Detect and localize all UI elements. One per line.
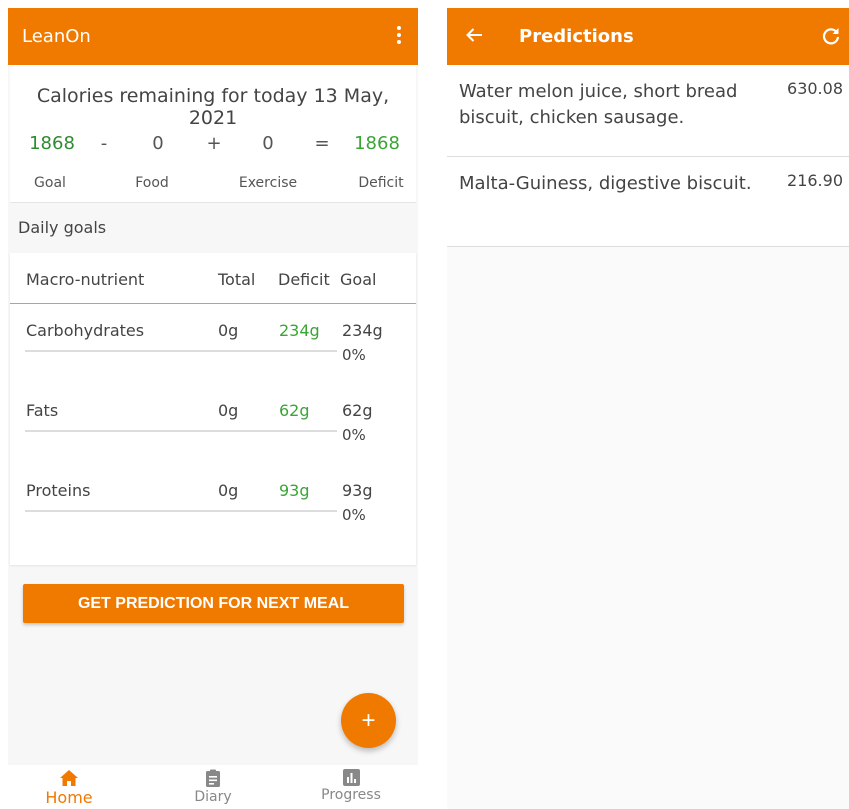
more-vert-icon[interactable]: [396, 26, 402, 46]
table-row: Carbohydrates 0g 234g 234g 0%: [10, 321, 416, 391]
header-deficit: Deficit: [278, 270, 330, 289]
macro-deficit: 234g: [279, 321, 320, 340]
prediction-calories: 216.90: [787, 171, 843, 190]
predictions-screen: Predictions Water melon juice, short bre…: [447, 8, 849, 809]
bar-chart-icon: [342, 769, 360, 786]
nav-item-diary[interactable]: Diary: [158, 769, 268, 805]
predictions-app-bar: Predictions: [447, 8, 849, 65]
bottom-navigation: Home Diary Progress: [8, 765, 418, 809]
calories-card: Calories remaining for today 13 May, 202…: [10, 65, 416, 203]
deficit-value: 1868: [354, 133, 400, 154]
nav-label-home: Home: [45, 788, 93, 807]
arrow-back-icon[interactable]: [465, 26, 483, 44]
home-icon: [60, 770, 78, 786]
header-goal: Goal: [340, 270, 377, 289]
list-item[interactable]: Malta-Guiness, digestive biscuit. 216.90: [447, 157, 849, 247]
predictions-title: Predictions: [519, 26, 634, 47]
macro-name: Fats: [26, 401, 59, 420]
header-total: Total: [218, 270, 256, 289]
macro-total: 0g: [218, 481, 239, 500]
macro-progress-bar: [25, 430, 337, 432]
macro-table: Macro-nutrient Total Deficit Goal Carboh…: [10, 253, 416, 565]
macro-goal: 93g: [342, 481, 373, 500]
list-item[interactable]: Water melon juice, short bread biscuit, …: [447, 65, 849, 157]
nav-label-diary: Diary: [194, 789, 232, 805]
header-macro-nutrient: Macro-nutrient: [26, 270, 145, 289]
macro-percent: 0%: [342, 506, 366, 524]
daily-goals-title: Daily goals: [18, 218, 107, 237]
macro-percent: 0%: [342, 426, 366, 444]
minus-sign: -: [100, 133, 108, 154]
table-row: Fats 0g 62g 62g 0%: [10, 401, 416, 471]
deficit-label: Deficit: [358, 175, 404, 191]
home-app-bar: LeanOn: [8, 8, 418, 65]
exercise-value: 0: [262, 133, 274, 154]
macro-total: 0g: [218, 321, 239, 340]
table-row: Proteins 0g 93g 93g 0%: [10, 481, 416, 551]
get-prediction-button[interactable]: GET PREDICTION FOR NEXT MEAL: [23, 584, 404, 623]
prediction-calories: 630.08: [787, 79, 843, 98]
home-screen: LeanOn Calories remaining for today 13 M…: [8, 8, 418, 809]
macro-table-header: Macro-nutrient Total Deficit Goal: [10, 253, 416, 304]
refresh-icon[interactable]: [821, 26, 841, 46]
macro-deficit: 93g: [279, 481, 310, 500]
calories-equation: 1868 - 0 + 0 = 1868: [10, 133, 416, 159]
macro-goal: 234g: [342, 321, 383, 340]
nav-item-progress[interactable]: Progress: [296, 769, 406, 803]
plus-sign: +: [206, 133, 222, 154]
app-title: LeanOn: [22, 26, 91, 47]
macro-percent: 0%: [342, 346, 366, 364]
food-label: Food: [135, 175, 169, 191]
calories-heading: Calories remaining for today 13 May, 202…: [36, 85, 390, 129]
goal-value: 1868: [29, 133, 75, 154]
food-value: 0: [152, 133, 164, 154]
prediction-meal: Water melon juice, short bread biscuit, …: [459, 81, 738, 128]
equals-sign: =: [314, 133, 330, 154]
macro-progress-bar: [25, 350, 337, 352]
macro-deficit: 62g: [279, 401, 310, 420]
prediction-meal: Malta-Guiness, digestive biscuit.: [459, 173, 752, 194]
clipboard-icon: [206, 769, 220, 787]
macro-name: Proteins: [26, 481, 91, 500]
goal-label: Goal: [34, 175, 66, 191]
macro-goal: 62g: [342, 401, 373, 420]
nav-item-home[interactable]: Home: [14, 769, 124, 807]
macro-name: Carbohydrates: [26, 321, 145, 340]
macro-total: 0g: [218, 401, 239, 420]
exercise-label: Exercise: [238, 175, 298, 191]
add-fab-button[interactable]: +: [341, 693, 396, 748]
macro-progress-bar: [25, 510, 337, 512]
nav-label-progress: Progress: [321, 787, 381, 803]
